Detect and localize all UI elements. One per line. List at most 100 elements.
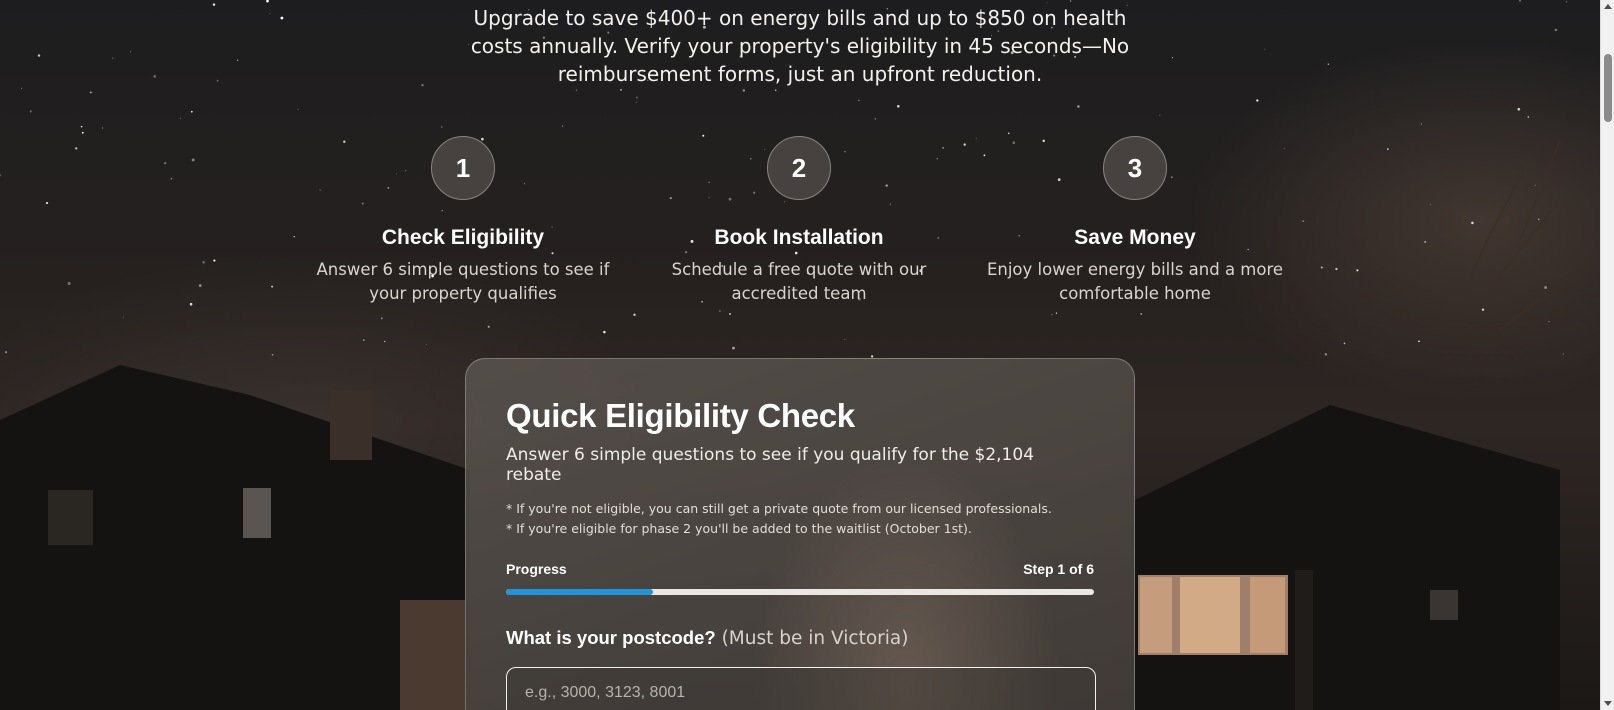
star [633, 313, 636, 316]
star [75, 147, 78, 150]
star [1471, 221, 1474, 225]
star [1008, 132, 1010, 135]
step-title: Check Eligibility [381, 226, 545, 249]
note-private-quote: * If you're not eligible, you can still … [506, 501, 1052, 516]
star [163, 161, 167, 165]
star [487, 325, 490, 328]
star [635, 101, 637, 103]
step-number-badge: 3 [1103, 136, 1167, 200]
star [620, 89, 622, 91]
star [719, 310, 721, 312]
scroll-up-arrow-icon[interactable] [1604, 4, 1612, 9]
star [1534, 184, 1536, 186]
step-title: Save Money [1074, 226, 1196, 249]
star [1420, 123, 1422, 125]
star [213, 259, 216, 262]
star [190, 110, 193, 113]
star [858, 99, 860, 102]
star [202, 260, 205, 264]
step-number-badge: 2 [767, 136, 831, 200]
star [1562, 353, 1564, 355]
question-hint: (Must be in Victoria) [721, 628, 909, 649]
step-book-installation: 2 Book Installation Schedule a free quot… [649, 136, 949, 306]
star [81, 131, 84, 134]
star [363, 339, 365, 341]
star [897, 105, 900, 108]
star [380, 317, 383, 320]
star [1324, 353, 1328, 356]
step-title: Book Installation [714, 226, 884, 249]
star [1069, 0, 1072, 2]
star [728, 312, 732, 316]
star [198, 284, 202, 287]
star [297, 109, 299, 110]
scrollbar-thumb[interactable] [1604, 54, 1612, 122]
star [80, 125, 83, 128]
star [1159, 114, 1161, 116]
star [1424, 241, 1426, 243]
star [742, 89, 746, 92]
card-subtitle: Answer 6 simple questions to see if you … [506, 445, 1035, 485]
progress-label: Progress [506, 561, 567, 577]
star [1051, 313, 1053, 316]
star [1537, 218, 1540, 221]
star [1548, 320, 1550, 323]
star [384, 340, 386, 343]
star [189, 302, 193, 306]
step-check-eligibility: 1 Check Eligibility Answer 6 simple ques… [313, 136, 613, 306]
star [1335, 267, 1338, 271]
question-text: What is your postcode? [506, 627, 716, 648]
star [170, 177, 173, 180]
star [874, 118, 876, 120]
star [1519, 0, 1521, 2]
star [271, 285, 274, 288]
card-title: Quick Eligibility Check [506, 397, 855, 434]
step-number-badge: 1 [431, 136, 495, 200]
star [179, 117, 181, 119]
star [1430, 204, 1432, 206]
star [45, 201, 49, 205]
progress-header: Progress Step 1 of 6 [506, 561, 1094, 577]
step-description: Schedule a free quote with our accredite… [671, 260, 927, 303]
star [575, 89, 578, 91]
star [1302, 220, 1305, 223]
star [1517, 107, 1521, 111]
progress-bar-fill [506, 589, 653, 595]
scroll-down-arrow-icon[interactable] [1604, 701, 1612, 706]
star [426, 343, 428, 345]
star [635, 96, 638, 99]
star [1481, 308, 1485, 311]
star [1527, 116, 1530, 118]
star [29, 110, 32, 113]
star [1140, 313, 1142, 315]
star [603, 330, 606, 334]
star [562, 125, 564, 127]
star [271, 353, 274, 356]
progress-bar [506, 589, 1094, 595]
star [441, 126, 443, 128]
star [266, 0, 269, 3]
star [975, 137, 977, 139]
star [963, 143, 966, 146]
step-save-money: 3 Save Money Enjoy lower energy bills an… [985, 136, 1285, 306]
star [1055, 312, 1058, 314]
star [1343, 342, 1346, 345]
star [101, 127, 104, 129]
star [844, 339, 846, 340]
star [1320, 266, 1323, 269]
step-counter: Step 1 of 6 [1023, 561, 1094, 577]
hero-description-text: Upgrade to save $400+ on energy bills an… [470, 6, 1130, 86]
hero-description: Upgrade to save $400+ on energy bills an… [0, 4, 1600, 88]
star [293, 236, 295, 238]
postcode-input[interactable] [506, 667, 1096, 710]
star [123, 316, 124, 318]
star [732, 346, 735, 350]
star [1387, 148, 1389, 150]
step-description: Enjoy lower energy bills and a more comf… [986, 260, 1284, 303]
star [89, 91, 92, 94]
postcode-question: What is your postcode? (Must be in Victo… [506, 627, 1094, 649]
star [1256, 99, 1259, 102]
star [191, 158, 195, 162]
star [67, 282, 71, 285]
page-scrollbar[interactable] [1600, 0, 1614, 710]
